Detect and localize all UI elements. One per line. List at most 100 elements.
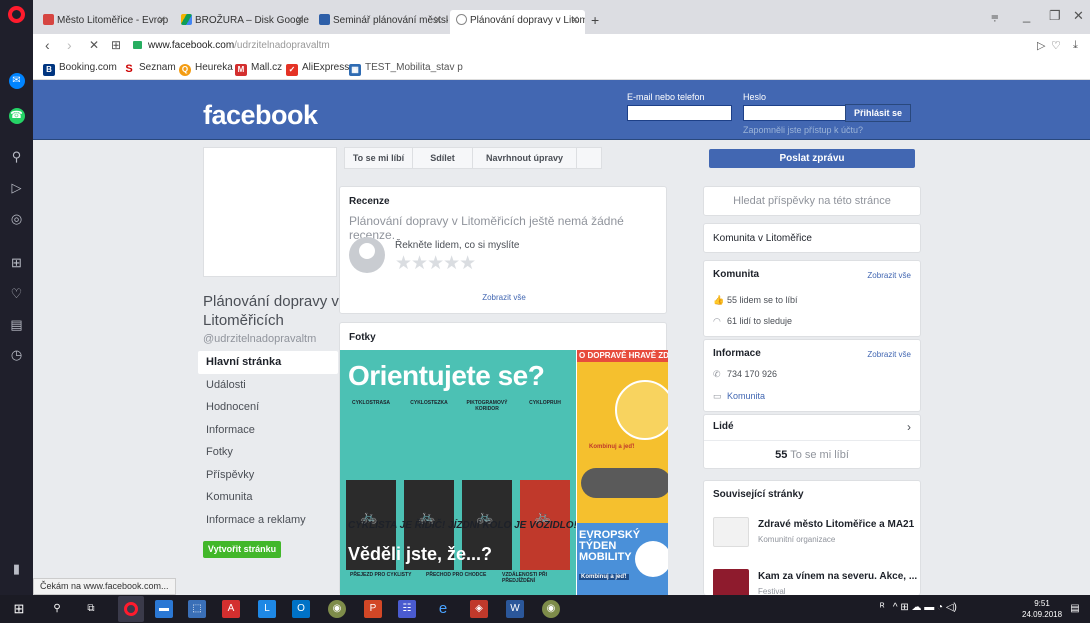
edge-icon[interactable]: e [434,600,452,618]
task-view-icon[interactable]: ⧉ [82,600,100,618]
info-see-all-link[interactable]: Zobrazit vše [867,350,911,359]
file-explorer-icon[interactable]: ▬ [155,600,173,618]
follows-stat[interactable]: ◠ 61 lidí to sleduje [713,316,792,327]
photo-poster-o-doprave[interactable]: O DOPRAVĚ HRAVĚ ZDRAVĚ Kombinuj a jeď! [577,350,668,523]
likes-stat[interactable]: 👍 55 lidem se to líbí [713,295,798,306]
opera-logo-icon[interactable] [8,6,25,23]
photo-poster-orientujete[interactable]: Orientujete se? CYKLOSTRASA 🚲 CYKLOSTEZK… [340,350,576,595]
tab-brozura[interactable]: BROŽURA – Disk Google ✕ [175,10,310,34]
bookmark-aliexpress[interactable]: ✓ AliExpress [286,62,349,76]
page-title[interactable]: Plánování dopravy v Litoměřicích [203,292,343,330]
facebook-logo[interactable]: facebook [203,100,318,131]
tab-menu-icon[interactable]: ⩦ [991,8,999,24]
community-see-all-link[interactable]: Zobrazit vše [867,271,911,280]
minimize-icon[interactable]: _ [1023,8,1030,23]
speed-dial-icon[interactable]: ⊞ [0,252,33,274]
nav-photos[interactable]: Fotky [198,441,338,464]
people-title[interactable]: Lidé [713,421,734,432]
send-message-button[interactable]: Poslat zprávu [709,149,915,168]
close-window-icon[interactable]: ✕ [1073,8,1084,24]
bookmark-booking[interactable]: B Booking.com [43,62,117,76]
powerpoint-icon[interactable]: P [364,600,382,618]
tab-title: BROŽURA – Disk Google [195,15,309,26]
tab-mesto[interactable]: Město Litoměřice - Evrop ✕ [37,10,172,34]
search-icon[interactable]: ⚲ [0,146,33,168]
forward-icon[interactable]: › [67,37,72,53]
create-page-button[interactable]: Vytvořit stránku [203,541,281,558]
acrobat-icon[interactable]: A [222,600,240,618]
bookmark-seznam[interactable]: S Seznam [123,62,175,75]
nav-home[interactable]: Hlavní stránka [198,351,338,374]
tab-seminar[interactable]: Seminář plánování městsk ✕ [313,10,448,34]
poster-title: Orientujete se? [348,360,545,391]
nav-posts[interactable]: Příspěvky [198,464,338,487]
nav-info-ads[interactable]: Informace a reklamy [198,509,338,532]
bookmark-heureka[interactable]: Q Heureka [179,62,233,76]
tab-planovani[interactable]: Plánování dopravy v Litom ✕ [450,10,585,34]
sidebar-toggle-icon[interactable]: ▮ [0,558,33,580]
nav-about[interactable]: Informace [198,419,338,442]
app-shield-icon[interactable]: ◈ [470,600,488,618]
store-icon[interactable]: ⬚ [188,600,206,618]
heart-bookmark-icon[interactable]: ♡ [1051,39,1061,52]
search-posts-input[interactable]: Hledat příspěvky na této stránce [704,187,920,215]
history-icon[interactable]: ◷ [0,344,33,366]
community-location-link[interactable]: Komunita v Litoměřice [713,233,812,244]
app-globe-icon[interactable]: ◉ [542,600,560,618]
opera-taskbar-icon[interactable] [118,596,144,622]
snapshot-icon[interactable]: ◎ [0,208,33,230]
bookmark-test-mobilita[interactable]: ▦ TEST_Mobilita_stav p [349,62,463,76]
close-tab-icon[interactable]: ✕ [296,10,304,32]
close-tab-icon[interactable]: ✕ [434,10,442,32]
download-icon[interactable]: ⤓ [1073,39,1078,52]
speed-dial-button-icon[interactable]: ⊞ [111,38,121,52]
nav-events[interactable]: Události [198,374,338,397]
like-button[interactable]: To se mi líbí [345,148,413,168]
url-field[interactable]: www.facebook.com/udrzitelnadopravaltm [133,37,1013,55]
heart-icon[interactable]: ♡ [0,283,33,305]
login-button[interactable]: Přihlásit se [845,104,911,122]
word-icon[interactable]: W [506,600,524,618]
back-icon[interactable]: ‹ [45,37,50,53]
search-icon[interactable]: ⚲ [48,600,66,618]
suggest-edits-button[interactable]: Navrhnout úpravy [473,148,577,168]
chevron-right-icon[interactable]: › [907,420,911,434]
system-tray[interactable]: ᴿ ^ ⊞ ☁ ▬ ◔ ◁) [880,602,957,613]
category-row[interactable]: ▭ Komunita [713,391,765,402]
windows-start-icon[interactable]: ⊞ [10,600,28,618]
flow-send-icon[interactable]: ▷ [1037,39,1045,52]
restore-icon[interactable]: ❐ [1049,8,1061,24]
bookmark-mall[interactable]: M Mall.cz [235,62,282,76]
close-tab-icon[interactable]: ✕ [158,10,166,32]
flow-icon[interactable]: ▷ [0,177,33,199]
photos-card: Fotky Orientujete se? CYKLOSTRASA 🚲 CYKL… [339,322,668,595]
reviews-show-all-link[interactable]: Zobrazit vše [340,293,668,302]
nav-community[interactable]: Komunita [198,486,338,509]
app-l-icon[interactable]: L [258,600,276,618]
email-field[interactable] [627,105,732,121]
close-tab-icon[interactable]: ✕ [571,10,579,32]
app-globe-icon[interactable]: ◉ [328,600,346,618]
photos-title[interactable]: Fotky [349,332,376,343]
page-handle[interactable]: @udrzitelnadopravaltm [203,333,316,345]
reviews-title[interactable]: Recenze [349,196,390,207]
profile-picture[interactable] [203,147,337,277]
phone-row[interactable]: ✆ 734 170 926 [713,369,777,380]
clock[interactable]: 9:51 24.09.2018 [1022,598,1062,620]
password-field[interactable] [743,105,848,121]
rating-stars[interactable]: ★★★★★ [395,252,476,275]
news-icon[interactable]: ▤ [0,314,33,336]
outlook-icon[interactable]: O [292,600,310,618]
photo-poster-tyden-mobility[interactable]: EVROPSKÝ TÝDEN MOBILITY Kombinuj a jeď! [577,523,668,595]
teams-icon[interactable]: ☷ [398,600,416,618]
stop-icon[interactable]: ✕ [89,38,99,52]
community-location-card[interactable]: Komunita v Litoměřice [703,223,921,253]
whatsapp-icon[interactable]: ☎ [0,103,33,125]
messenger-icon[interactable]: ✉ [0,68,33,90]
nav-reviews[interactable]: Hodnocení [198,396,338,419]
people-likes[interactable]: 55 To se mi líbí [704,449,920,461]
forgot-account-link[interactable]: Zapomněli jste přístup k účtu? [743,125,863,135]
share-button[interactable]: Sdílet [413,148,473,168]
new-tab-button[interactable]: + [591,12,599,28]
notifications-icon[interactable]: ▤ [1066,600,1084,618]
